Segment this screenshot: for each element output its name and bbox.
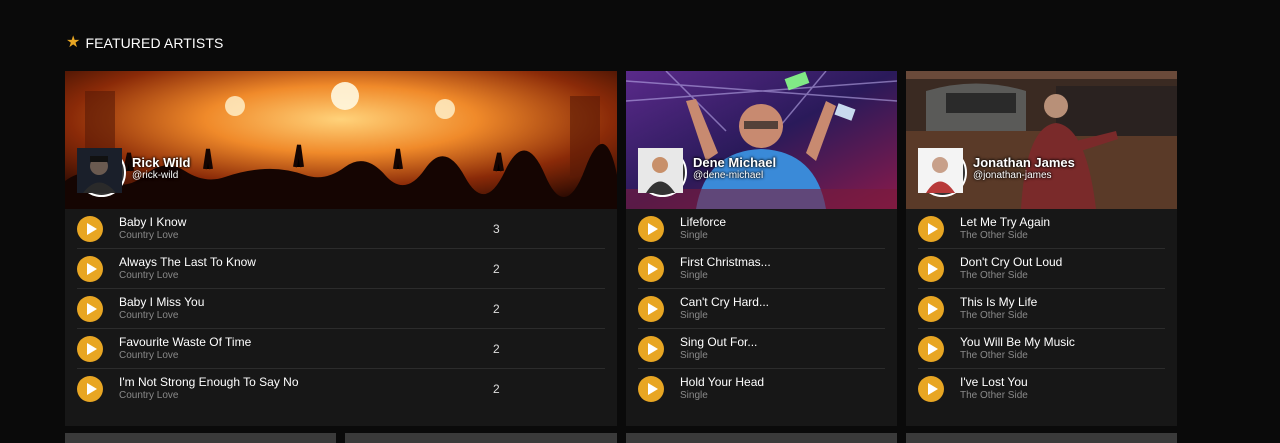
artist-info: Rick Wild @rick-wild <box>77 148 190 197</box>
track-title[interactable]: Lifeforce <box>680 215 726 229</box>
artist-banner[interactable]: Jonathan James @jonathan-james <box>906 71 1177 209</box>
artist-name[interactable]: Jonathan James <box>973 155 1075 170</box>
track-album: The Other Side <box>960 269 1028 281</box>
play-button[interactable] <box>918 295 944 322</box>
track-row: Don't Cry Out Loud The Other Side <box>918 249 1165 289</box>
artist-card-dene-michael: Dene Michael @dene-michael Lifeforce Sin… <box>626 71 897 426</box>
artist-handle[interactable]: @rick-wild <box>132 170 190 182</box>
play-button[interactable] <box>638 335 664 362</box>
track-title[interactable]: Always The Last To Know <box>119 255 256 269</box>
play-button[interactable] <box>918 255 944 282</box>
track-list: Baby I Know Country Love 3 Always The La… <box>65 209 617 408</box>
track-row: Baby I Know Country Love 3 <box>77 209 605 249</box>
track-album: Country Love <box>119 389 179 401</box>
track-album: Single <box>680 229 708 241</box>
section-header: ★ FEATURED ARTISTS <box>66 34 224 52</box>
section-title: FEATURED ARTISTS <box>85 35 224 51</box>
artist-name[interactable]: Dene Michael <box>693 155 776 170</box>
track-row: Hold Your Head Single <box>638 369 885 408</box>
artist-handle[interactable]: @jonathan-james <box>973 170 1075 182</box>
track-count: 2 <box>493 382 500 396</box>
track-album: The Other Side <box>960 229 1028 241</box>
track-title[interactable]: Hold Your Head <box>680 375 764 389</box>
track-title[interactable]: Can't Cry Hard... <box>680 295 769 309</box>
track-row: Let Me Try Again The Other Side <box>918 209 1165 249</box>
track-count: 3 <box>493 222 500 236</box>
track-row: Favourite Waste Of Time Country Love 2 <box>77 329 605 369</box>
track-title[interactable]: Sing Out For... <box>680 335 757 349</box>
artist-name[interactable]: Rick Wild <box>132 155 190 170</box>
track-album: The Other Side <box>960 349 1028 361</box>
track-album: Country Love <box>119 309 179 321</box>
track-title[interactable]: Baby I Miss You <box>119 295 204 309</box>
play-button[interactable] <box>638 375 664 402</box>
track-album: Country Love <box>119 269 179 281</box>
avatar[interactable] <box>77 148 126 197</box>
artist-info: Jonathan James @jonathan-james <box>918 148 1075 197</box>
play-button[interactable] <box>77 255 103 282</box>
artist-banner[interactable]: Rick Wild @rick-wild <box>65 71 617 209</box>
track-count: 2 <box>493 302 500 316</box>
next-row-card[interactable] <box>626 433 897 443</box>
track-album: Single <box>680 309 708 321</box>
track-row: Lifeforce Single <box>638 209 885 249</box>
track-row: I'm Not Strong Enough To Say No Country … <box>77 369 605 408</box>
avatar[interactable] <box>918 148 967 197</box>
track-title[interactable]: Don't Cry Out Loud <box>960 255 1062 269</box>
play-button[interactable] <box>918 215 944 242</box>
star-icon: ★ <box>66 34 81 51</box>
next-row-card[interactable] <box>345 433 617 443</box>
play-button[interactable] <box>918 335 944 362</box>
artist-handle[interactable]: @dene-michael <box>693 170 776 182</box>
track-title[interactable]: Baby I Know <box>119 215 186 229</box>
track-title[interactable]: You Will Be My Music <box>960 335 1075 349</box>
track-title[interactable]: Let Me Try Again <box>960 215 1050 229</box>
artist-info: Dene Michael @dene-michael <box>638 148 776 197</box>
track-album: The Other Side <box>960 309 1028 321</box>
track-row: First Christmas... Single <box>638 249 885 289</box>
play-button[interactable] <box>77 335 103 362</box>
next-row-card[interactable] <box>65 433 336 443</box>
track-row: You Will Be My Music The Other Side <box>918 329 1165 369</box>
track-row: This Is My Life The Other Side <box>918 289 1165 329</box>
play-button[interactable] <box>918 375 944 402</box>
track-list: Lifeforce Single First Christmas... Sing… <box>626 209 897 408</box>
artist-banner[interactable]: Dene Michael @dene-michael <box>626 71 897 209</box>
play-button[interactable] <box>638 215 664 242</box>
track-row: Always The Last To Know Country Love 2 <box>77 249 605 289</box>
play-button[interactable] <box>77 375 103 402</box>
track-title[interactable]: I'm Not Strong Enough To Say No <box>119 375 299 389</box>
track-title[interactable]: I've Lost You <box>960 375 1028 389</box>
track-album: Country Love <box>119 349 179 361</box>
avatar[interactable] <box>638 148 687 197</box>
track-title[interactable]: This Is My Life <box>960 295 1037 309</box>
play-button[interactable] <box>638 295 664 322</box>
track-row: Can't Cry Hard... Single <box>638 289 885 329</box>
artist-card-jonathan-james: Jonathan James @jonathan-james Let Me Tr… <box>906 71 1177 426</box>
track-album: Single <box>680 349 708 361</box>
next-row-card[interactable] <box>906 433 1177 443</box>
track-count: 2 <box>493 262 500 276</box>
artist-card-rick-wild: Rick Wild @rick-wild Baby I Know Country… <box>65 71 617 426</box>
track-row: I've Lost You The Other Side <box>918 369 1165 408</box>
play-button[interactable] <box>77 215 103 242</box>
track-row: Baby I Miss You Country Love 2 <box>77 289 605 329</box>
track-count: 2 <box>493 342 500 356</box>
track-list: Let Me Try Again The Other Side Don't Cr… <box>906 209 1177 408</box>
track-album: Single <box>680 389 708 401</box>
track-title[interactable]: First Christmas... <box>680 255 771 269</box>
track-title[interactable]: Favourite Waste Of Time <box>119 335 251 349</box>
track-album: The Other Side <box>960 389 1028 401</box>
play-button[interactable] <box>77 295 103 322</box>
track-album: Country Love <box>119 229 179 241</box>
track-row: Sing Out For... Single <box>638 329 885 369</box>
track-album: Single <box>680 269 708 281</box>
play-button[interactable] <box>638 255 664 282</box>
